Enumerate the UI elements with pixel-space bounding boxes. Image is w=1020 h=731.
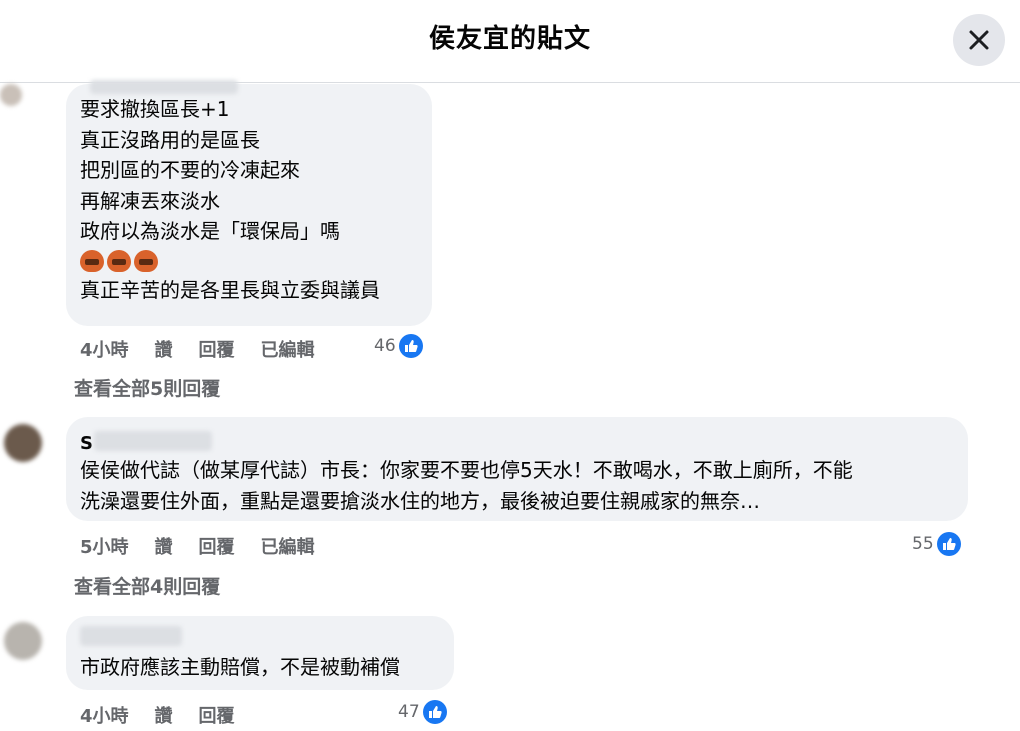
- like-count-value: 46: [374, 336, 396, 356]
- reply-button[interactable]: 回覆: [199, 702, 235, 728]
- comment-line: 把別區的不要的冷凍起來: [80, 158, 300, 182]
- edited-label: 已編輯: [260, 340, 315, 361]
- comment-time[interactable]: 5小時: [80, 533, 129, 559]
- like-count[interactable]: 55: [912, 532, 961, 556]
- comment-line: 市政府應該主動賠償，不是被動補償: [80, 655, 400, 679]
- reply-button[interactable]: 回覆: [199, 336, 235, 362]
- comment-line: 政府以為淡水是「環保局」嗎: [80, 219, 340, 243]
- comment-actions: 5小時 讚 回覆 已編輯: [80, 533, 341, 559]
- grimace-emoji-icon: [80, 249, 104, 272]
- reply-button[interactable]: 回覆: [199, 533, 235, 559]
- like-button[interactable]: 讚: [155, 702, 173, 728]
- author-name-blurred[interactable]: [90, 80, 238, 94]
- comment-bubble: 要求撤換區長+1 真正沒路用的是區長 把別區的不要的冷凍起來 再解凍丟來淡水 政…: [66, 80, 432, 326]
- close-button[interactable]: [953, 14, 1005, 66]
- comment-actions: 4小時 讚 回覆 已編輯: [80, 336, 341, 362]
- thumbs-up-icon: [936, 532, 961, 556]
- emoji-row: [80, 247, 380, 275]
- dialog-title: 侯友宜的貼文: [428, 24, 591, 54]
- like-button[interactable]: 讚: [155, 533, 173, 559]
- comment-line: 真正辛苦的是各里長與立委與議員: [80, 277, 380, 302]
- comment-line: 再解凍丟來淡水: [80, 188, 220, 213]
- comment-line: 侯侯做代誌（做某厚代誌）市長：你家要不要也停5天水！不敢喝水，不敢上廁所，不能: [80, 458, 853, 482]
- comment-actions: 4小時 讚 回覆: [80, 702, 261, 728]
- avatar[interactable]: [4, 622, 42, 660]
- comment-line: 要求撤換區長+1: [80, 97, 230, 121]
- view-all-replies-link[interactable]: 查看全部4則回覆: [74, 572, 220, 599]
- avatar[interactable]: [4, 424, 42, 462]
- like-count[interactable]: 47: [398, 700, 447, 724]
- comment-line: 洗澡還要住外面，重點是還要搶淡水住的地方，最後被迫要住親戚家的無奈…: [80, 488, 760, 513]
- like-count-value: 47: [398, 702, 420, 722]
- comment-time[interactable]: 4小時: [80, 702, 129, 728]
- comment-time[interactable]: 4小時: [80, 336, 129, 362]
- author-name-blurred[interactable]: [94, 431, 212, 451]
- author-name-blurred[interactable]: [80, 626, 182, 646]
- view-all-replies-link[interactable]: 查看全部5則回覆: [74, 374, 220, 401]
- grimace-emoji-icon: [134, 249, 158, 272]
- edited-label: 已編輯: [260, 537, 315, 558]
- avatar[interactable]: [0, 84, 22, 106]
- author-initial: S: [80, 433, 93, 454]
- like-count[interactable]: 46: [374, 334, 423, 358]
- comment-bubble: S 侯侯做代誌（做某厚代誌）市長：你家要不要也停5天水！不敢喝水，不敢上廁所，不…: [66, 417, 968, 521]
- thumbs-up-icon: [422, 700, 447, 724]
- thumbs-up-icon: [398, 334, 423, 358]
- like-count-value: 55: [912, 534, 934, 554]
- close-icon: [969, 30, 989, 50]
- post-dialog-header: 侯友宜的貼文: [0, 0, 1020, 83]
- comment-line: 真正沒路用的是區長: [80, 127, 260, 152]
- like-button[interactable]: 讚: [155, 336, 173, 362]
- comment-bubble: 市政府應該主動賠償，不是被動補償: [66, 616, 454, 690]
- grimace-emoji-icon: [107, 249, 131, 272]
